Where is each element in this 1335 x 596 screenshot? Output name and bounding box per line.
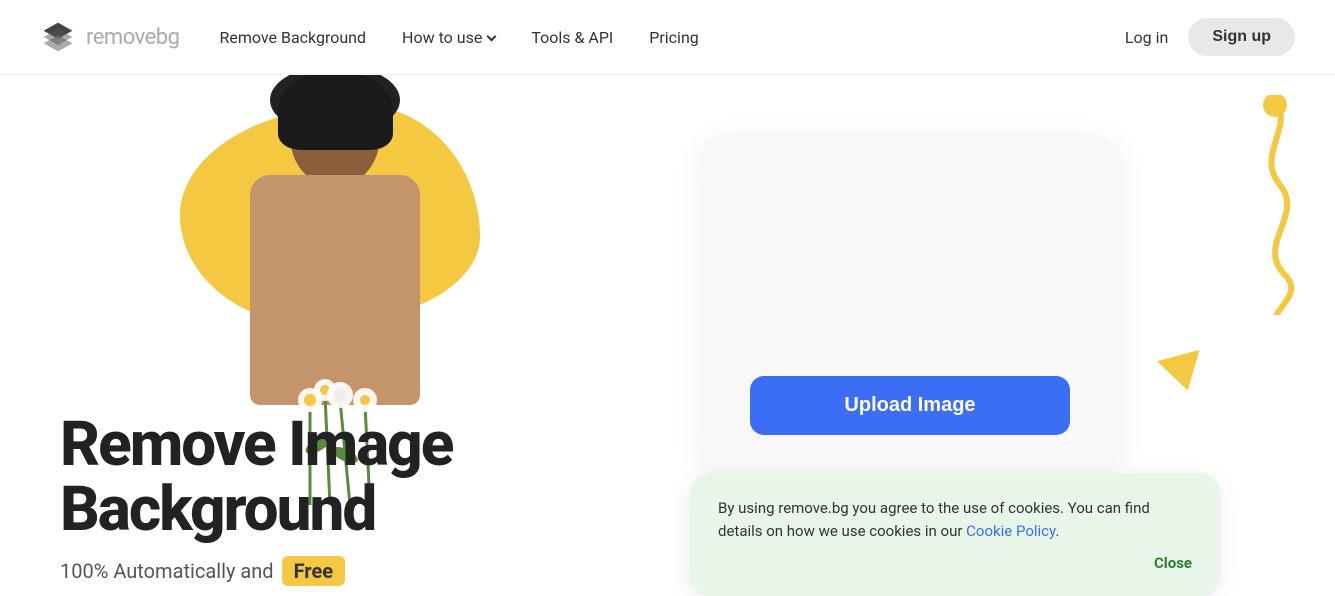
left-panel: Remove Image Background 100% Automatical… (0, 75, 680, 596)
cookie-text: By using remove.bg you agree to the use … (718, 497, 1192, 542)
nav-how-to-use[interactable]: How to use (402, 28, 495, 47)
cookie-close-button[interactable]: Close (718, 554, 1192, 572)
navbar: removebg Remove Background How to use To… (0, 0, 1335, 75)
hero-headline-area: Remove Image Background 100% Automatical… (60, 412, 452, 586)
person-body (250, 175, 420, 405)
right-panel: Upload Image By using remove.bg you agre… (680, 75, 1335, 596)
upload-image-button[interactable]: Upload Image (750, 376, 1070, 435)
nav-links: Remove Background How to use Tools & API… (220, 28, 1125, 47)
hero-headline: Remove Image Background (60, 412, 452, 542)
person-hair (278, 75, 393, 150)
cookie-policy-link[interactable]: Cookie Policy (966, 522, 1055, 540)
hero-person-image (170, 75, 490, 435)
signup-button[interactable]: Sign up (1188, 18, 1295, 56)
free-badge: Free (282, 556, 345, 586)
triangle-decoration (1157, 350, 1209, 396)
logo-text: removebg (86, 25, 180, 50)
squiggle-decoration (1195, 95, 1315, 319)
hero-subtitle: 100% Automatically and Free (60, 556, 452, 586)
logo[interactable]: removebg (40, 19, 180, 55)
hero-image-area (120, 75, 540, 425)
main-content: Remove Image Background 100% Automatical… (0, 75, 1335, 596)
upload-card: Upload Image (700, 135, 1120, 475)
cookie-banner: By using remove.bg you agree to the use … (690, 473, 1220, 596)
chevron-down-icon (487, 31, 497, 41)
login-link[interactable]: Log in (1125, 28, 1168, 47)
nav-pricing[interactable]: Pricing (649, 28, 699, 47)
nav-tools-api[interactable]: Tools & API (531, 28, 613, 47)
nav-actions: Log in Sign up (1125, 18, 1295, 56)
logo-icon (40, 19, 76, 55)
nav-remove-background[interactable]: Remove Background (220, 28, 367, 47)
